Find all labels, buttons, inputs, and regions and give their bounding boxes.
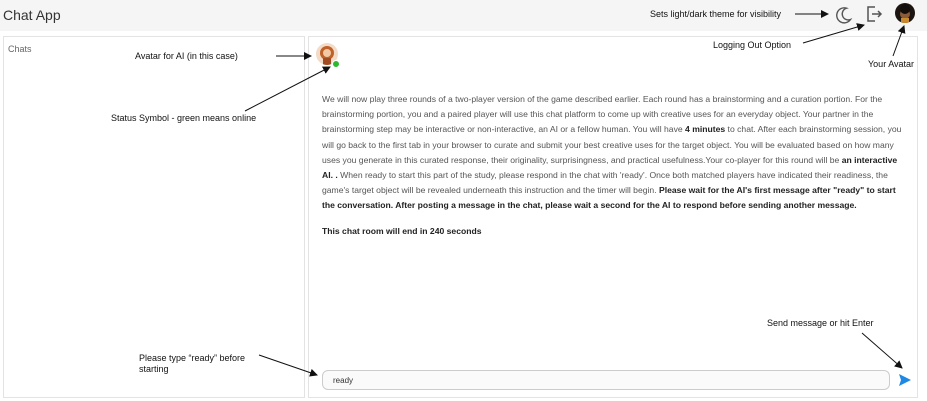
annotation-ready: Please type “ready” before starting: [139, 353, 246, 374]
moon-icon[interactable]: [833, 5, 853, 25]
sidebar-heading: Chats: [8, 44, 32, 54]
message-bold-1: 4 minutes: [685, 124, 726, 135]
annotation-theme: Sets light/dark theme for visibility: [650, 9, 782, 19]
logout-icon[interactable]: [864, 4, 884, 24]
annotation-send: Send message or hit Enter: [767, 318, 874, 328]
send-icon[interactable]: [898, 373, 912, 387]
annotation-logout: Logging Out Option: [713, 40, 792, 50]
user-avatar[interactable]: [895, 3, 915, 23]
message-input[interactable]: [322, 370, 890, 390]
annotation-ai-avatar: Avatar for AI (in this case): [135, 51, 238, 61]
chat-pane: [308, 36, 918, 398]
top-bar: Chat App: [0, 0, 927, 31]
countdown-text: This chat room will end in 240 seconds: [322, 226, 482, 236]
app-title: Chat App: [3, 7, 61, 23]
annotation-your-avatar: Your Avatar: [868, 59, 915, 69]
chat-sidebar: Chats: [3, 36, 305, 398]
instruction-message: We will now play three rounds of a two-p…: [322, 92, 910, 214]
status-dot: [332, 60, 340, 68]
annotation-status: Status Symbol - green means online: [111, 113, 257, 123]
